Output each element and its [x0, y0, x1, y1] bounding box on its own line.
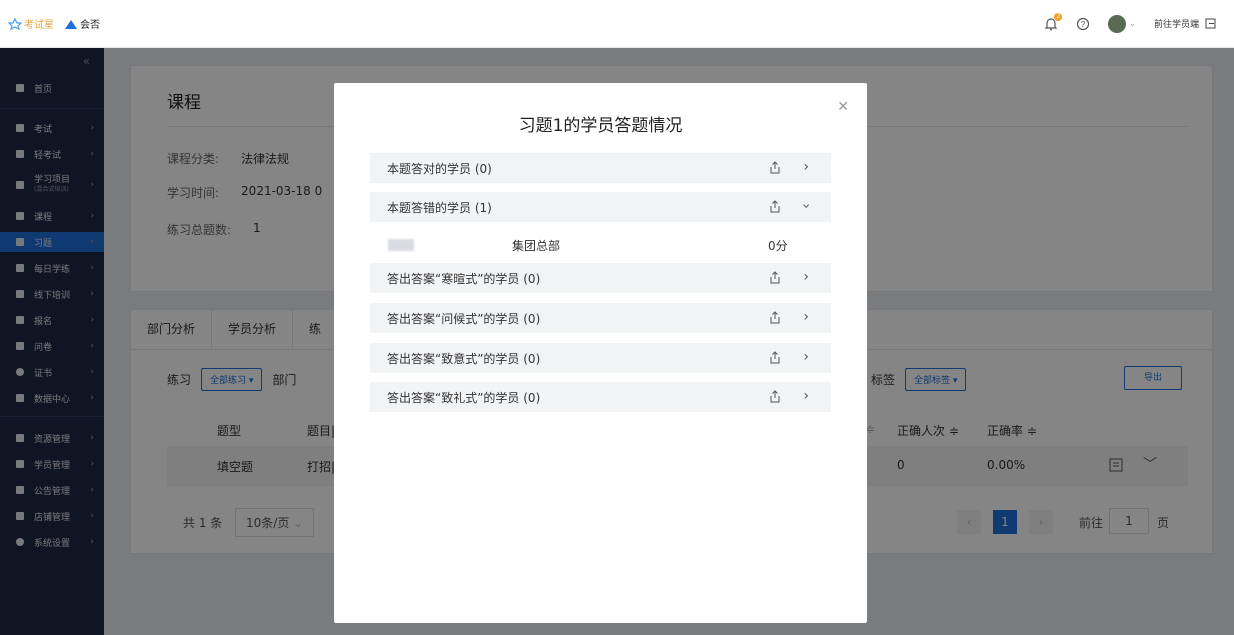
svg-text:?: ?	[1081, 20, 1086, 29]
export-icon[interactable]	[769, 200, 781, 213]
help-icon[interactable]: ?	[1076, 17, 1090, 31]
logo[interactable]: 考试星 会否	[8, 16, 100, 31]
chevron-right-icon[interactable]: ›	[803, 309, 809, 325]
chevron-down-icon[interactable]: ›	[798, 198, 814, 214]
export-icon[interactable]	[769, 161, 781, 174]
star-logo-icon	[8, 17, 22, 30]
goto-student-label: 前往学员端	[1153, 20, 1199, 30]
exit-icon	[1205, 18, 1216, 29]
mountain-logo-icon	[65, 19, 77, 29]
top-bar: 考试星 会否 2 ? ⌄ 前往学员端	[0, 0, 1234, 48]
group-correct[interactable]: 本题答对的学员 (0) ›	[370, 153, 831, 183]
student-department: 集团总部	[512, 239, 561, 253]
student-name-redacted	[388, 239, 414, 251]
logo-text-primary: 考试星	[24, 20, 54, 31]
group-answer-4[interactable]: 答出答案“致礼式”的学员 (0) ›	[370, 382, 831, 412]
chevron-right-icon[interactable]: ›	[803, 388, 809, 404]
chevron-right-icon[interactable]: ›	[803, 159, 809, 175]
list-item: 集团总部 0分	[370, 231, 831, 259]
chevron-right-icon[interactable]: ›	[803, 269, 809, 285]
avatar	[1108, 14, 1127, 33]
modal-title: 习题1的学员答题情况	[518, 116, 683, 136]
group-answer-2[interactable]: 答出答案“问候式”的学员 (0) ›	[370, 303, 831, 333]
export-icon[interactable]	[769, 351, 781, 364]
export-icon[interactable]	[769, 311, 781, 324]
chevron-right-icon[interactable]: ›	[803, 349, 809, 365]
answer-details-modal: ✕ 习题1的学员答题情况 本题答对的学员 (0) › 本题答错的学员 (1) ›…	[334, 83, 867, 623]
chevron-down-icon: ⌄	[1129, 19, 1136, 28]
export-icon[interactable]	[769, 271, 781, 284]
user-menu[interactable]: ⌄	[1108, 14, 1136, 33]
export-icon[interactable]	[769, 390, 781, 403]
group-answer-1[interactable]: 答出答案“寒暄式”的学员 (0) ›	[370, 263, 831, 293]
student-score: 0分	[768, 239, 788, 253]
goto-student-link[interactable]: 前往学员端	[1154, 17, 1216, 30]
notification-count-badge: 2	[1054, 12, 1063, 21]
group-answer-3[interactable]: 答出答案“致意式”的学员 (0) ›	[370, 343, 831, 373]
notification-bell-icon[interactable]: 2	[1044, 12, 1063, 31]
logo-text-secondary: 会否	[80, 20, 100, 31]
group-wrong[interactable]: 本题答错的学员 (1) ›	[370, 192, 831, 222]
